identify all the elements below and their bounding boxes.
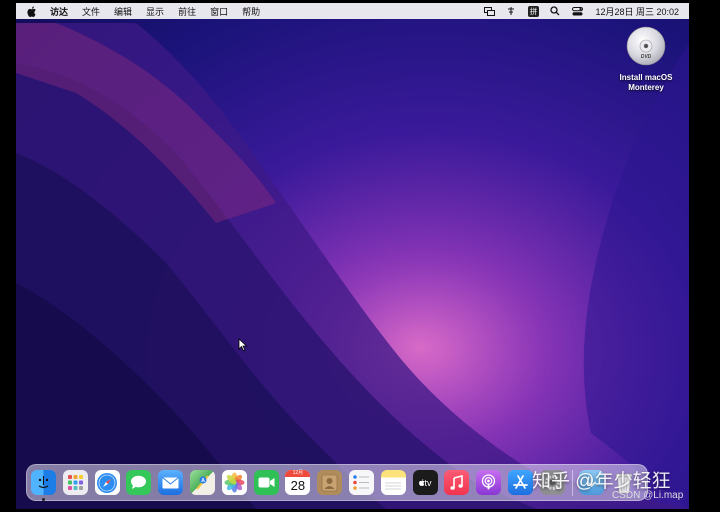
screen-mirroring-icon[interactable] xyxy=(481,3,497,19)
dock-notes[interactable] xyxy=(380,470,406,495)
reminders-list-icon xyxy=(353,475,370,490)
csdn-watermark: CSDN @Li.map xyxy=(612,490,684,501)
photos-flower-icon xyxy=(224,472,245,493)
menu-view[interactable]: 显示 xyxy=(139,5,171,18)
apple-logo-icon[interactable] xyxy=(24,3,40,19)
app-store-a-icon xyxy=(513,475,528,489)
desktop-screen: 访达 文件 编辑 显示 前往 窗口 帮助 拼 12月28日 周三 20:02 D… xyxy=(16,3,689,509)
podcast-icon xyxy=(482,474,496,490)
menu-file[interactable]: 文件 xyxy=(75,5,107,18)
dock-launchpad[interactable] xyxy=(62,470,88,495)
dock-maps[interactable]: A xyxy=(189,470,215,495)
music-note-icon xyxy=(450,475,464,490)
dock-photos[interactable] xyxy=(221,470,247,495)
menu-bar: 访达 文件 编辑 显示 前往 窗口 帮助 拼 12月28日 周三 20:02 xyxy=(16,3,689,19)
dock-messages[interactable] xyxy=(126,470,152,495)
menubar-clock[interactable]: 12月28日 周三 20:02 xyxy=(588,5,679,18)
finder-running-indicator xyxy=(42,498,45,501)
input-method-label: 拼 xyxy=(527,5,540,17)
dock-calendar[interactable]: 12月 28 xyxy=(285,470,311,495)
install-macos-desktop-icon[interactable]: DVD Install macOS Monterey xyxy=(610,26,682,93)
magnifier-icon[interactable] xyxy=(547,3,563,19)
apple-tv-label: tv xyxy=(424,477,432,488)
network-icon[interactable] xyxy=(503,3,519,19)
zhihu-watermark: 知乎 @年少轻狂 xyxy=(532,471,671,492)
wallpaper xyxy=(16,3,689,509)
dock-contacts[interactable] xyxy=(317,470,343,495)
dock-podcasts[interactable] xyxy=(476,470,502,495)
contacts-book-icon xyxy=(321,474,338,491)
menu-help[interactable]: 帮助 xyxy=(235,5,267,18)
dock-finder[interactable] xyxy=(31,470,56,501)
calendar-day: 28 xyxy=(290,478,306,493)
dock-mail[interactable] xyxy=(158,470,184,495)
svg-text:A: A xyxy=(201,478,205,484)
dock-app-store[interactable] xyxy=(507,470,533,495)
notes-lines-icon xyxy=(385,482,402,489)
dock-facetime[interactable] xyxy=(253,470,279,495)
envelope-icon xyxy=(162,476,180,488)
map-pin-icon: A xyxy=(196,475,209,490)
dock-reminders[interactable] xyxy=(348,470,374,495)
menu-edit[interactable]: 编辑 xyxy=(107,5,139,18)
dock-safari[interactable] xyxy=(94,470,120,495)
dock-apple-tv[interactable]: tv xyxy=(412,470,438,495)
menu-window[interactable]: 窗口 xyxy=(203,5,235,18)
install-macos-label: Install macOS Monterey xyxy=(619,73,673,92)
control-center-icon[interactable] xyxy=(569,3,585,19)
dvd-disc-text: DVD xyxy=(641,54,652,60)
calendar-month: 12月 xyxy=(285,470,311,477)
safari-compass-icon xyxy=(97,472,118,493)
dock-music[interactable] xyxy=(444,470,470,495)
menu-finder[interactable]: 访达 xyxy=(43,5,75,18)
launchpad-icon xyxy=(67,475,83,490)
video-camera-icon xyxy=(258,477,275,488)
finder-icon xyxy=(38,476,49,489)
input-method-icon[interactable]: 拼 xyxy=(525,3,541,19)
menu-go[interactable]: 前往 xyxy=(171,5,203,18)
dvd-disc-icon: DVD xyxy=(626,26,666,66)
mouse-pointer-icon xyxy=(238,338,248,352)
speech-bubble-icon xyxy=(131,475,147,489)
